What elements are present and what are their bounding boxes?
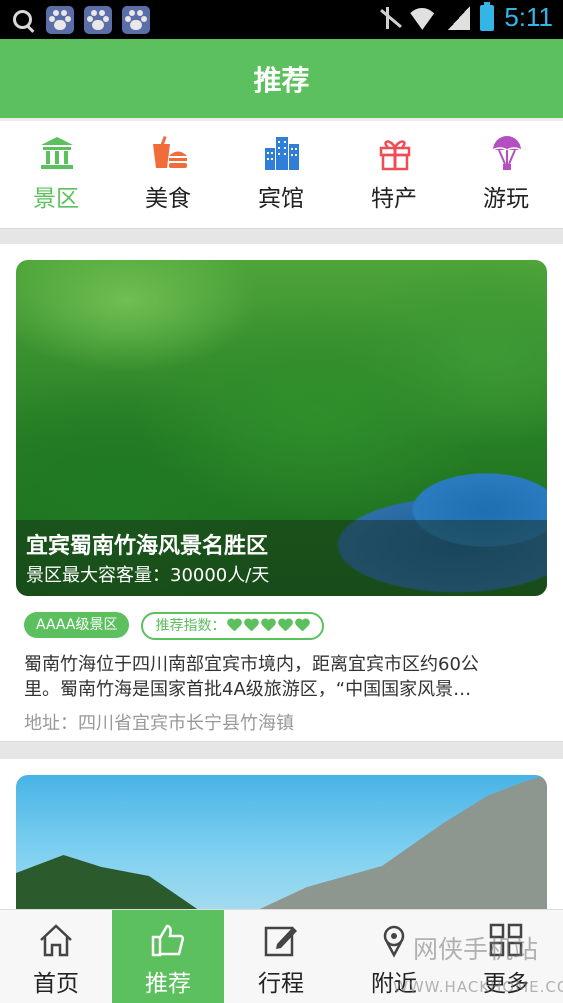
nav-label: 更多: [483, 971, 529, 997]
signal-icon: [448, 5, 471, 30]
scenic-title: 宜宾蜀南竹海风景名胜区: [26, 534, 269, 559]
page-title: 推荐: [253, 63, 310, 97]
wifi-icon: [406, 6, 438, 30]
edit-icon: [264, 926, 297, 957]
hill-shape: [16, 855, 206, 915]
rating-badge: 推荐指数：: [141, 612, 325, 640]
scenic-description: 蜀南竹海位于四川南部宜宾市境内，距离宜宾市区约60公 里。蜀南竹海是国家首批4A…: [24, 652, 539, 702]
home-icon: [40, 924, 72, 957]
baidu-paw-icon: [46, 6, 74, 34]
section-divider: [0, 741, 563, 760]
nav-label: 行程: [258, 971, 304, 997]
nav-recommend[interactable]: 推荐: [112, 910, 224, 1003]
nav-itinerary[interactable]: 行程: [225, 910, 337, 1003]
scenic-photo[interactable]: 宜宾蜀南竹海风景名胜区 景区最大容客量：30000人/天: [16, 260, 547, 596]
scenic-card[interactable]: 宜宾蜀南竹海风景名胜区 景区最大容客量：30000人/天 AAAA级景区 推荐指…: [0, 244, 563, 741]
nav-label: 推荐: [145, 971, 191, 997]
category-label: 美食: [145, 186, 191, 212]
heart-icon: [244, 619, 259, 633]
baidu-paw-icon: [84, 6, 112, 34]
category-bar: 景区 美食 宾馆 特产 游玩: [0, 121, 563, 228]
description-line: 蜀南竹海位于四川南部宜宾市境内，距离宜宾市区约60公: [24, 654, 479, 675]
search-icon: [10, 7, 36, 33]
heart-icon: [227, 619, 242, 633]
status-time: 5:11: [504, 2, 553, 32]
bottom-nav: 首页 推荐 行程 附近 更多: [0, 909, 563, 1003]
scenic-capacity: 景区最大容客量：30000人/天: [26, 565, 270, 586]
cliff-shape: [247, 775, 547, 915]
level-badge: AAAA级景区: [24, 612, 130, 638]
grid-icon: [489, 923, 523, 957]
balloon-icon: [492, 136, 522, 170]
food-icon: [153, 135, 187, 168]
category-label: 游玩: [483, 186, 529, 212]
category-food[interactable]: 美食: [112, 121, 224, 228]
baidu-paw-icon: [122, 6, 150, 34]
category-scenic[interactable]: 景区: [0, 121, 112, 228]
nav-label: 首页: [33, 971, 79, 997]
section-divider: [0, 228, 563, 244]
location-icon: [383, 925, 405, 958]
category-label: 特产: [371, 186, 417, 212]
nav-more[interactable]: 更多: [450, 910, 562, 1003]
scenic-photo-2[interactable]: [16, 775, 547, 915]
category-label: 宾馆: [258, 186, 304, 212]
page-title-bar: 推荐: [0, 39, 563, 118]
hotel-icon: [265, 137, 299, 170]
scenic-address: 地址：四川省宜宾市长宁县竹海镇: [24, 713, 294, 734]
bluetooth-off-icon: [378, 5, 396, 31]
scenic-card-2[interactable]: [0, 759, 563, 915]
category-play[interactable]: 游玩: [450, 121, 562, 228]
heart-icon: [278, 619, 293, 633]
nav-label: 附近: [371, 971, 417, 997]
category-hotel[interactable]: 宾馆: [225, 121, 337, 228]
nav-nearby[interactable]: 附近: [338, 910, 450, 1003]
category-label: 景区: [33, 186, 79, 212]
rating-label: 推荐指数：: [155, 618, 226, 634]
heart-icon: [261, 619, 276, 633]
nav-home[interactable]: 首页: [0, 910, 112, 1003]
battery-icon: [480, 1, 495, 31]
description-line: 里。蜀南竹海是国家首批4A级旅游区，“中国国家风景…: [24, 679, 472, 700]
category-specialty[interactable]: 特产: [338, 121, 450, 228]
status-bar: 5:11: [0, 0, 563, 39]
thumbs-up-icon: [151, 924, 185, 957]
gift-icon: [379, 140, 411, 171]
landmark-icon: [41, 137, 73, 169]
heart-icon: [295, 619, 310, 633]
